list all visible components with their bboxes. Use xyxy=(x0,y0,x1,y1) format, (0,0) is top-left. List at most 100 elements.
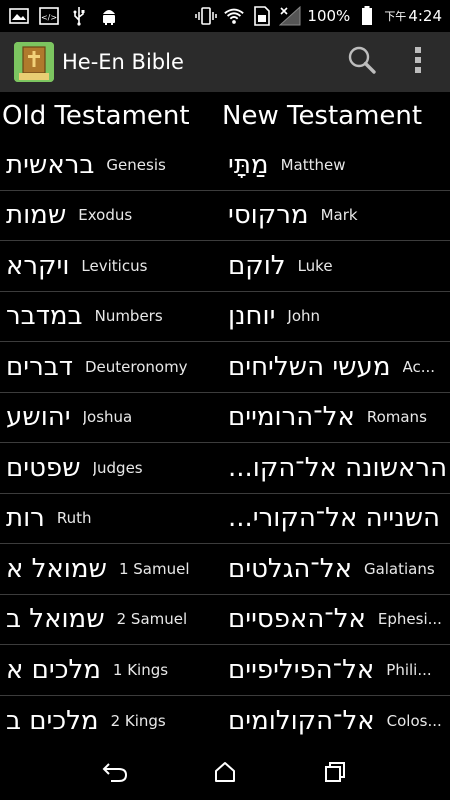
book-row: שמואל ב 2 Samuel אל־האפסיים Ephesi... xyxy=(0,595,450,645)
search-button[interactable] xyxy=(334,34,390,90)
battery-icon xyxy=(356,6,378,26)
book-list: בראשית Genesis מַתָּי Matthew שמות Exodus מ… xyxy=(0,140,450,748)
book-row: בראשית Genesis מַתָּי Matthew xyxy=(0,140,450,191)
overflow-menu-button[interactable] xyxy=(390,34,446,90)
home-button[interactable] xyxy=(195,752,255,796)
book-hebrew-name: לוקם xyxy=(228,250,286,281)
book-english-name: Galatians xyxy=(363,559,435,578)
usb-icon xyxy=(68,6,90,26)
book-hebrew-name: שמות xyxy=(6,200,67,231)
back-icon xyxy=(101,760,129,788)
book-row: שמות Exodus מרקוסי Mark xyxy=(0,191,450,241)
book-item-judges[interactable]: שפטים Judges xyxy=(0,443,218,493)
book-hebrew-name: אל־הגלטים xyxy=(228,553,352,584)
book-hebrew-name: מלכים ב xyxy=(6,705,99,736)
book-hebrew-name: שפטים xyxy=(6,452,81,483)
more-vert-icon xyxy=(413,46,423,78)
android-icon xyxy=(98,6,120,26)
action-bar-actions xyxy=(334,34,450,90)
book-row: מלכים א 1 Kings אל־הפיליפיים Phili... xyxy=(0,645,450,696)
book-item-leviticus[interactable]: ויקרא Leviticus xyxy=(0,241,218,291)
book-english-name: Colos... xyxy=(386,711,442,730)
app-title: He-En Bible xyxy=(62,50,184,74)
book-english-name: Mark xyxy=(320,206,358,225)
book-hebrew-name: מַתָּי xyxy=(228,149,269,180)
home-icon xyxy=(213,760,237,788)
book-row: מלכים ב 2 Kings אל־הקולומים Colos... xyxy=(0,696,450,747)
svg-text:</>: </> xyxy=(41,13,57,22)
action-bar: He-En Bible xyxy=(0,32,450,92)
book-english-name: John xyxy=(287,307,321,326)
book-english-name: Romans xyxy=(366,408,427,427)
book-item-genesis[interactable]: בראשית Genesis xyxy=(0,140,218,190)
time-prefix: 下午 xyxy=(384,10,407,23)
clock: 4:24 xyxy=(408,7,442,25)
book-item-exodus[interactable]: שמות Exodus xyxy=(0,191,218,241)
book-item-1-corinthians[interactable]: הראשונה אל־הקו... xyxy=(218,443,450,493)
book-item-numbers[interactable]: במדבר Numbers xyxy=(0,292,218,342)
book-item-ephesians[interactable]: אל־האפסיים Ephesi... xyxy=(218,595,450,645)
back-button[interactable] xyxy=(85,752,145,796)
book-hebrew-name: השנייה אל־הקורי... xyxy=(228,503,441,534)
search-icon xyxy=(347,45,377,79)
book-english-name: Numbers xyxy=(94,307,163,326)
book-hebrew-name: שמואל ב xyxy=(6,604,105,635)
book-item-acts[interactable]: מעשי השליחים Ac... xyxy=(218,342,450,392)
book-row: ויקרא Leviticus לוקם Luke xyxy=(0,241,450,292)
vibrate-icon xyxy=(195,6,218,26)
book-english-name: Ac... xyxy=(402,357,436,376)
book-item-colossians[interactable]: אל־הקולומים Colos... xyxy=(218,696,450,747)
book-item-2-samuel[interactable]: שמואל ב 2 Samuel xyxy=(0,595,218,645)
book-row: שפטים Judges הראשונה אל־הקו... xyxy=(0,443,450,494)
recents-icon xyxy=(323,760,347,788)
book-english-name: Ephesi... xyxy=(377,610,442,629)
book-hebrew-name: אל־הרומיים xyxy=(228,402,355,433)
book-item-deuteronomy[interactable]: דברים Deuteronomy xyxy=(0,342,218,392)
book-item-2-kings[interactable]: מלכים ב 2 Kings xyxy=(0,696,218,747)
book-item-john[interactable]: יוחנן John xyxy=(218,292,450,342)
app-icon xyxy=(14,42,54,82)
book-hebrew-name: שמואל א xyxy=(6,553,107,584)
notification-icons: </> xyxy=(8,6,120,26)
book-item-philippians[interactable]: אל־הפיליפיים Phili... xyxy=(218,645,450,695)
book-hebrew-name: מעשי השליחים xyxy=(228,351,391,382)
book-english-name: Ruth xyxy=(56,509,92,528)
wifi-icon xyxy=(223,6,245,26)
sim-icon xyxy=(251,6,273,26)
book-row: רות Ruth השנייה אל־הקורי... xyxy=(0,494,450,544)
book-item-galatians[interactable]: אל־הגלטים Galatians xyxy=(218,544,450,594)
book-item-1-samuel[interactable]: שמואל א 1 Samuel xyxy=(0,544,218,594)
code-icon: </> xyxy=(38,6,60,26)
book-english-name: Phili... xyxy=(386,660,432,679)
book-hebrew-name: רות xyxy=(6,503,45,534)
system-icons: 100% 下午 4:24 xyxy=(195,6,442,26)
book-row: דברים Deuteronomy מעשי השליחים Ac... xyxy=(0,342,450,393)
status-bar: </> 100% 下午 4:24 xyxy=(0,0,450,32)
book-hebrew-name: במדבר xyxy=(6,301,83,332)
book-english-name: Luke xyxy=(297,256,333,275)
book-english-name: 2 Kings xyxy=(110,711,166,730)
book-hebrew-name: הראשונה אל־הקו... xyxy=(228,452,448,483)
book-item-luke[interactable]: לוקם Luke xyxy=(218,241,450,291)
navigation-bar xyxy=(0,748,450,800)
book-english-name: Genesis xyxy=(106,155,166,174)
book-english-name: 2 Samuel xyxy=(116,610,188,629)
book-item-romans[interactable]: אל־הרומיים Romans xyxy=(218,393,450,443)
book-item-ruth[interactable]: רות Ruth xyxy=(0,494,218,544)
book-item-matthew[interactable]: מַתָּי Matthew xyxy=(218,140,450,190)
new-testament-header: New Testament xyxy=(222,101,423,131)
book-row: שמואל א 1 Samuel אל־הגלטים Galatians xyxy=(0,544,450,595)
book-english-name: 1 Kings xyxy=(112,660,169,679)
book-english-name: Deuteronomy xyxy=(84,357,188,376)
book-hebrew-name: מלכים א xyxy=(6,654,101,685)
book-english-name: 1 Samuel xyxy=(118,559,190,578)
book-item-1-kings[interactable]: מלכים א 1 Kings xyxy=(0,645,218,695)
book-item-2-corinthians[interactable]: השנייה אל־הקורי... xyxy=(218,494,450,544)
book-item-mark[interactable]: מרקוסי Mark xyxy=(218,191,450,241)
book-hebrew-name: יוחנן xyxy=(228,301,276,332)
book-item-joshua[interactable]: יהושע Joshua xyxy=(0,393,218,443)
book-english-name: Exodus xyxy=(78,206,133,225)
column-headers: Old Testament New Testament xyxy=(0,92,450,140)
recents-button[interactable] xyxy=(305,752,365,796)
book-hebrew-name: דברים xyxy=(6,351,73,382)
